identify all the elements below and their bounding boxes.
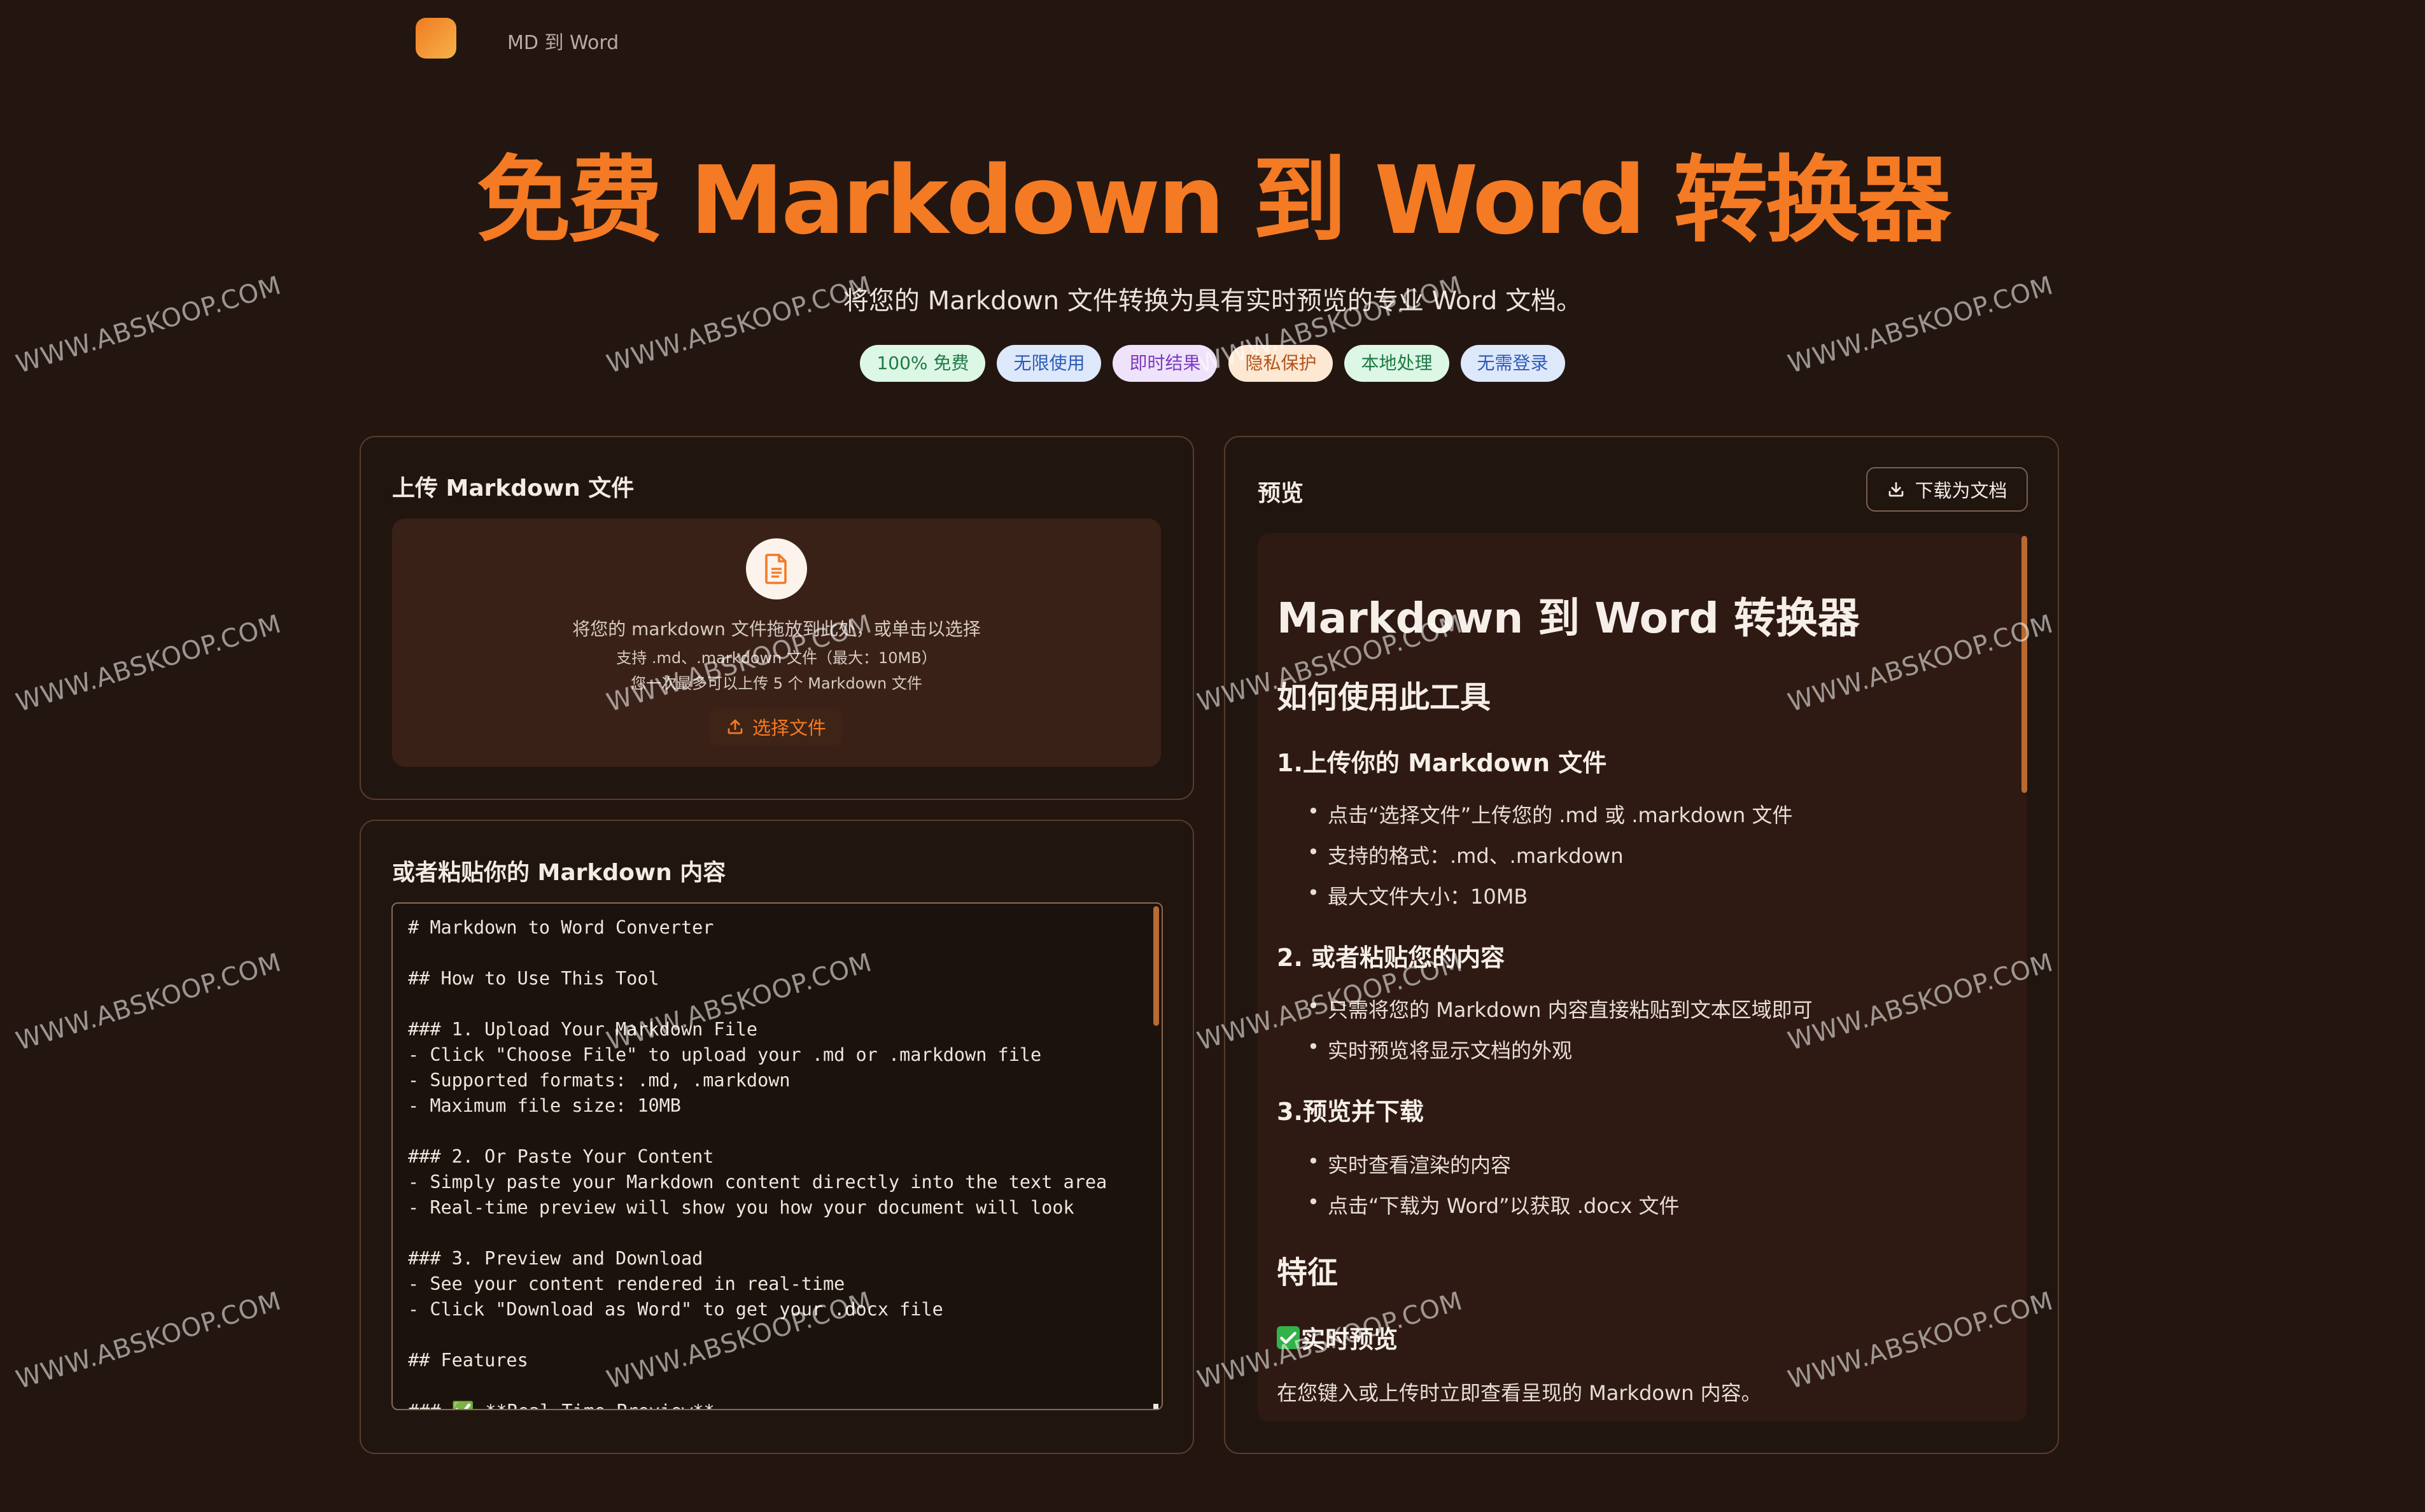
page-subtitle: 将您的 Markdown 文件转换为具有实时预览的专业 Word 文档。 — [843, 286, 1582, 316]
preview-title: 预览 — [1258, 480, 1304, 507]
upload-icon — [728, 719, 743, 734]
list-item: 只需将您的 Markdown 内容直接粘贴到文本区域即可 — [1307, 994, 1813, 1023]
badge-local: 本地处理 — [1344, 345, 1449, 382]
app-logo[interactable] — [416, 18, 456, 59]
editor-scrollbar[interactable] — [1153, 906, 1159, 1026]
watermark: WWW.ABSKOOP.COM — [13, 609, 285, 718]
download-docx-button[interactable]: 下载为文档 — [1866, 467, 2028, 512]
choose-file-button[interactable]: 选择文件 — [709, 708, 843, 746]
preview-step3: 3.预览并下载 — [1277, 1098, 1424, 1126]
watermark: WWW.ABSKOOP.COM — [13, 948, 285, 1056]
preview-step1: 1.上传你的 Markdown 文件 — [1277, 749, 1607, 777]
file-icon — [746, 538, 807, 599]
preview-h1: Markdown 到 Word 转换器 — [1277, 594, 1860, 643]
list-item: 点击“下载为 Word”以获取 .docx 文件 — [1307, 1190, 1680, 1219]
page-title: 免费 Markdown 到 Word 转换器 — [476, 146, 1951, 255]
watermark: WWW.ABSKOOP.COM — [13, 1286, 285, 1395]
list-item: 支持的格式：.md、.markdown — [1307, 840, 1624, 869]
download-label: 下载为文档 — [1915, 480, 2007, 501]
brand-name[interactable]: MD 到 Word — [507, 27, 619, 55]
preview-h2-features: 特征 — [1277, 1255, 1339, 1291]
list-item: 点击“选择文件”上传您的 .md 或 .markdown 文件 — [1307, 799, 1792, 829]
choose-file-label: 选择文件 — [752, 717, 826, 739]
upload-card-title: 上传 Markdown 文件 — [392, 475, 635, 501]
paste-card-title: 或者粘贴你的 Markdown 内容 — [392, 860, 726, 886]
badge-no-login: 无需登录 — [1460, 345, 1565, 382]
badge-unlimited: 无限使用 — [997, 345, 1102, 382]
dropzone-limit-text: 您一次最多可以上传 5 个 Markdown 文件 — [631, 675, 922, 692]
preview-scrollbar[interactable] — [2021, 536, 2027, 793]
resize-handle[interactable] — [1153, 1404, 1158, 1409]
list-item: 最大文件大小：10MB — [1307, 881, 1528, 910]
preview-feature1-text: 在您键入或上传时立即查看呈现的 Markdown 内容。 — [1277, 1381, 1762, 1405]
badge-free: 100% 免费 — [860, 345, 986, 382]
download-icon — [1889, 482, 1904, 497]
list-item: 实时查看渲染的内容 — [1307, 1149, 1511, 1179]
list-item: 实时预览将显示文档的外观 — [1307, 1035, 1572, 1064]
